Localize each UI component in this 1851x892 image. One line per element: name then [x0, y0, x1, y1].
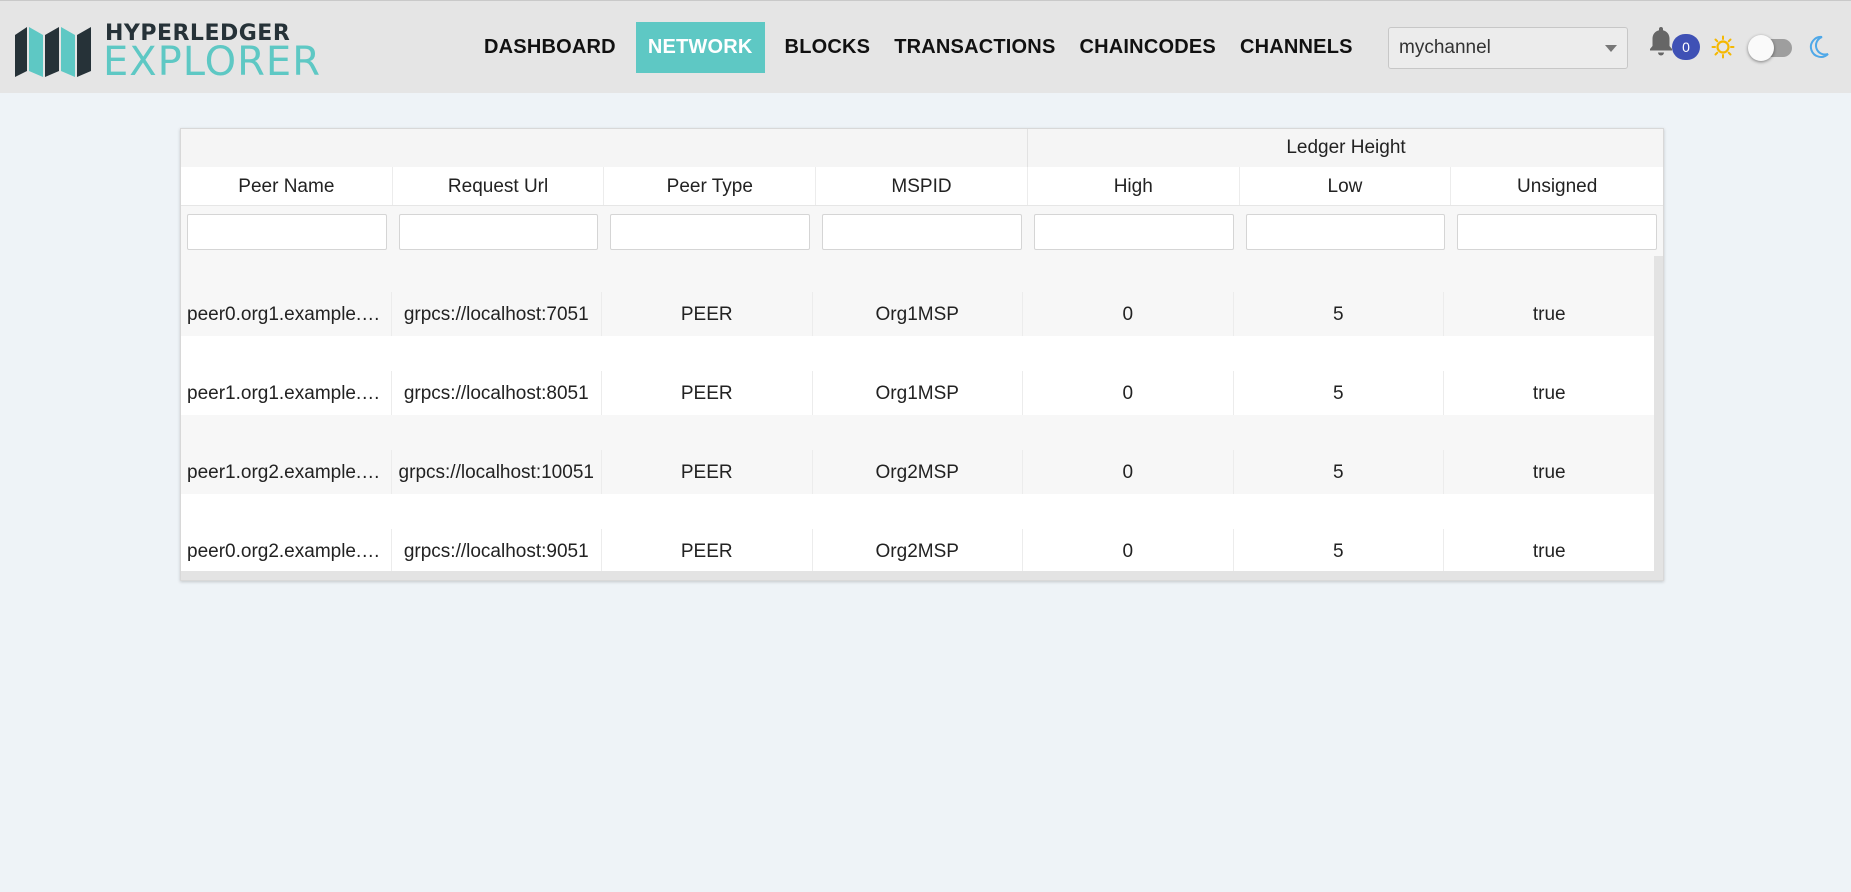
- column-headers: Peer Name Request Url Peer Type MSPID Hi…: [181, 167, 1663, 206]
- notification-badge: 0: [1672, 34, 1700, 60]
- cell-unsigned: true: [1532, 462, 1566, 483]
- ledger-height-group-label: Ledger Height: [1027, 129, 1663, 167]
- cell-mspid: Org1MSP: [813, 371, 1023, 415]
- filter-cell: [181, 206, 393, 256]
- column-header-mspid[interactable]: MSPID: [816, 167, 1028, 205]
- filter-input-peer-type[interactable]: [610, 214, 811, 250]
- filter-input-high[interactable]: [1033, 214, 1234, 250]
- cell-high: 0: [1023, 450, 1234, 494]
- cell-low: 5: [1234, 529, 1444, 573]
- table-row[interactable]: peer1.org1.example.com grpcs://localhost…: [181, 336, 1655, 415]
- column-header-peer-name[interactable]: Peer Name: [181, 167, 393, 205]
- filter-cell: [393, 206, 605, 256]
- cell-peer-name: peer1.org2.example.com: [181, 450, 392, 494]
- cell-low: 5: [1234, 292, 1444, 336]
- filter-input-unsigned[interactable]: [1457, 214, 1658, 250]
- logo-text-bottom: EXPLORER: [103, 39, 321, 85]
- filter-input-low[interactable]: [1245, 214, 1446, 250]
- channel-select[interactable]: mychannel: [1388, 27, 1628, 69]
- filter-row: [181, 206, 1663, 256]
- nav-blocks[interactable]: BLOCKS: [773, 22, 883, 73]
- cell-peer-type: PEER: [602, 292, 813, 336]
- cell-request-url: grpcs://localhost:7051: [392, 292, 602, 336]
- column-header-peer-type[interactable]: Peer Type: [604, 167, 817, 205]
- filter-input-mspid[interactable]: [822, 214, 1022, 250]
- column-header-request-url[interactable]: Request Url: [393, 167, 605, 205]
- peers-table: Ledger Height Peer Name Request Url Peer…: [180, 128, 1664, 581]
- column-header-low[interactable]: Low: [1240, 167, 1452, 205]
- nav-channels[interactable]: CHANNELS: [1228, 22, 1365, 73]
- table-row[interactable]: peer0.org1.example.com grpcs://localhost…: [181, 256, 1655, 336]
- filter-cell: [604, 206, 816, 256]
- cell-low: 5: [1234, 450, 1444, 494]
- cell-high: 0: [1023, 529, 1234, 573]
- main-nav: DASHBOARD NETWORK BLOCKS TRANSACTIONS CH…: [472, 22, 1365, 73]
- horizontal-scrollbar[interactable]: [181, 571, 1663, 580]
- logo-mark-icon: [15, 27, 91, 77]
- cell-request-url: grpcs://localhost:8051: [392, 371, 602, 415]
- cell-request-url: grpcs://localhost:10051: [392, 450, 602, 494]
- app-header: HYPERLEDGER EXPLORER DASHBOARD NETWORK B…: [0, 0, 1851, 93]
- theme-toggle[interactable]: [1748, 35, 1792, 61]
- cell-unsigned: true: [1532, 304, 1566, 325]
- channel-select-value: mychannel: [1399, 37, 1491, 58]
- cell-peer-name: peer0.org2.example.com: [181, 529, 392, 573]
- cell-high: 0: [1023, 292, 1234, 336]
- cell-unsigned: true: [1532, 541, 1566, 562]
- cell-request-url: grpcs://localhost:9051: [392, 529, 602, 573]
- cell-mspid: Org1MSP: [813, 292, 1023, 336]
- cell-peer-type: PEER: [602, 450, 813, 494]
- table-row[interactable]: peer1.org2.example.com grpcs://localhost…: [181, 415, 1655, 494]
- nav-dashboard[interactable]: DASHBOARD: [472, 22, 628, 73]
- filter-input-peer-name[interactable]: [187, 214, 387, 250]
- column-header-high[interactable]: High: [1028, 167, 1240, 205]
- cell-mspid: Org2MSP: [813, 529, 1023, 573]
- table-row[interactable]: peer0.org2.example.com grpcs://localhost…: [181, 494, 1655, 573]
- sun-icon[interactable]: [1711, 35, 1735, 59]
- cell-peer-type: PEER: [602, 371, 813, 415]
- cell-peer-name: peer0.org1.example.com: [181, 292, 392, 336]
- moon-icon[interactable]: [1808, 35, 1830, 59]
- vertical-scrollbar[interactable]: [1654, 256, 1663, 572]
- nav-network[interactable]: NETWORK: [635, 22, 765, 73]
- table-body: peer0.org1.example.com grpcs://localhost…: [181, 256, 1655, 573]
- chevron-down-icon: [1605, 45, 1617, 52]
- column-header-unsigned[interactable]: Unsigned: [1451, 167, 1663, 205]
- nav-transactions[interactable]: TRANSACTIONS: [882, 22, 1067, 73]
- filter-cell: [1028, 206, 1240, 256]
- cell-peer-name: peer1.org1.example.com: [181, 371, 392, 415]
- cell-low: 5: [1234, 371, 1444, 415]
- filter-input-request-url[interactable]: [398, 214, 599, 250]
- theme-toggle-knob: [1748, 35, 1774, 61]
- hyperledger-explorer-logo[interactable]: HYPERLEDGER EXPLORER: [15, 21, 335, 85]
- filter-cell: [1451, 206, 1663, 256]
- cell-high: 0: [1023, 371, 1234, 415]
- cell-mspid: Org2MSP: [813, 450, 1023, 494]
- cell-peer-type: PEER: [602, 529, 813, 573]
- nav-chaincodes[interactable]: CHAINCODES: [1068, 22, 1228, 73]
- filter-cell: [816, 206, 1028, 256]
- cell-unsigned: true: [1532, 383, 1566, 404]
- filter-cell: [1240, 206, 1452, 256]
- bell-icon[interactable]: [1648, 25, 1674, 57]
- column-group-header: Ledger Height: [181, 129, 1663, 168]
